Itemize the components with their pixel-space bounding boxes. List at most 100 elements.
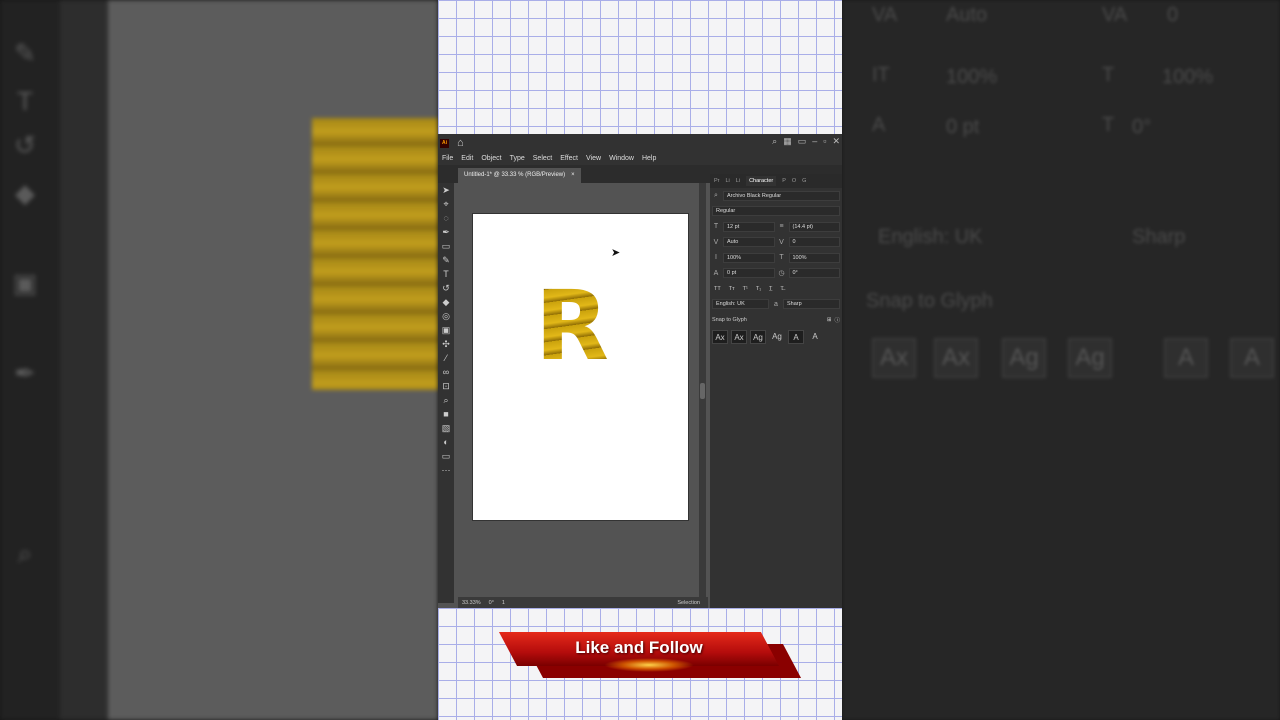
drawing-mode-icon[interactable]: ◐ [438,435,454,449]
home-icon[interactable]: ⌂ [457,137,469,149]
mesh-tool-icon[interactable]: ✣ [438,337,454,351]
bg-rotate-icon: T [1102,114,1115,136]
font-family-field[interactable]: Archivo Black Regular [723,190,840,201]
pen-tool-icon[interactable]: ✒ [438,225,454,239]
baseline-shift-field[interactable]: 0 pt [723,268,775,279]
rotate-tool-icon[interactable]: ↺ [438,281,454,295]
artboard-number[interactable]: 1 [502,600,505,606]
all-caps-icon[interactable]: TT [714,286,721,292]
bg-snap-label: Snap to Glyph [866,290,993,312]
zoom-tool-icon[interactable]: ⌕ [438,393,454,407]
search-icon[interactable]: ⌕ [772,136,777,147]
banner-text: Like and Follow [575,638,703,657]
blend-tool-icon[interactable]: ∞ [438,365,454,379]
text-object-r[interactable]: R [535,278,609,374]
more-tools-icon[interactable]: ⋯ [438,463,454,477]
bg-glyph-button-3: Ag [1002,338,1046,378]
gradient-tool-icon[interactable]: ▣ [438,323,454,337]
baseline-shift-icon: A [713,269,719,277]
snap-xheight-button[interactable]: Ax [731,329,747,344]
pencil-tool-icon[interactable]: ✎ [438,253,454,267]
leading-field[interactable]: (14.4 pt) [788,221,840,232]
tab-glyphs[interactable]: G [802,178,806,184]
vertical-scale-icon: I [715,254,717,262]
antialias-select[interactable]: Sharp [783,299,840,310]
lasso-icon[interactable]: ◌ [438,211,454,225]
maximize-icon[interactable]: ▫ [823,136,826,147]
underline-icon[interactable]: T̲ [769,286,772,292]
close-icon[interactable]: ✕ [832,136,840,147]
screen-mode-icon[interactable]: ▭ [438,449,454,463]
character-rotation-field[interactable]: 0° [788,268,840,279]
tab-opentype[interactable]: O [792,178,796,184]
character-panel: Pr Li Li Character P O G ⌕ Archivo Black… [710,174,842,608]
glyph-snap-buttons: Ax Ax Ag Ag A A [710,328,842,346]
bg-tracking-icon: VA [1102,4,1128,26]
artboard-tool-icon[interactable]: ⊡ [438,379,454,393]
tab-properties[interactable]: Pr [714,178,720,184]
workspace-icon[interactable]: ▭ [798,136,807,147]
tab-close-icon[interactable]: × [571,168,575,183]
minimize-icon[interactable]: – [812,136,817,147]
rotate-icon: ↺ [14,130,36,160]
arrange-icon[interactable]: ▦ [783,136,792,147]
snap-proximity-button[interactable]: Ag [769,330,785,344]
selection-tool-icon[interactable]: ➤ [438,183,454,197]
document-tab[interactable]: Untitled-1* @ 33.33 % (RGB/Preview) × [458,168,581,183]
subscript-icon[interactable]: T₁ [756,286,761,292]
menu-effect[interactable]: Effect [556,155,582,162]
snap-anchor-button[interactable]: A [807,330,823,344]
type-tool-icon: T [17,86,33,116]
font-style-field[interactable]: Regular [712,206,840,217]
font-size-field[interactable]: 12 pt [723,221,775,232]
background-left-blurred: ✎ T ↺ ◆ ▣ ✒ ⌕ [0,0,438,720]
tracking-field[interactable]: 0 [788,237,840,248]
superscript-icon[interactable]: T¹ [743,286,748,292]
vertical-scrollbar[interactable] [699,183,706,597]
type-tool-icon[interactable]: T [438,267,454,281]
video-frame: ✎ T ↺ ◆ ▣ ✒ ⌕ VA Auto VA 0 IT 100% T 100… [0,0,1280,720]
snap-baseline-button[interactable]: Ax [712,329,728,344]
eyedropper-icon[interactable]: ⁄ [438,351,454,365]
snap-glyph-bounds-button[interactable]: Ag [750,329,766,344]
menu-window[interactable]: Window [605,155,638,162]
app-logo: Ai [440,138,449,148]
shape-builder-icon[interactable]: ◎ [438,309,454,323]
snap-angular-button[interactable]: A [788,329,804,344]
none-swatch-icon[interactable]: ▧ [438,421,454,435]
vertical-scale-field[interactable]: 100% [723,252,775,263]
direct-selection-icon[interactable]: ⌖ [438,197,454,211]
panel-tabs: Pr Li Li Character P O G [710,174,842,188]
tab-character[interactable]: Character [746,176,777,186]
canvas-area[interactable]: R ➤ [458,183,704,597]
menu-object[interactable]: Object [477,155,505,162]
menu-edit[interactable]: Edit [457,155,477,162]
zoom-level[interactable]: 33.33% [462,600,481,606]
background-letter-fragment [312,118,438,390]
tab-layers[interactable]: Li [726,178,730,184]
center-column: Ai ⌂ ⌕ ▦ ▭ – ▫ ✕ File Edit Object Type S… [438,0,842,720]
snap-to-glyph-label: Snap to Glyph [712,316,747,323]
menu-view[interactable]: View [582,155,605,162]
tab-paragraph[interactable]: P [782,178,786,184]
eraser-tool-icon[interactable]: ◆ [438,295,454,309]
snap-options-icon[interactable]: ⊞ [827,317,832,323]
language-select[interactable]: English: UK [712,299,769,310]
fill-stroke-icon[interactable]: ■ [438,407,454,421]
info-icon[interactable]: ⓘ [834,316,840,324]
menu-help[interactable]: Help [638,155,660,162]
menu-type[interactable]: Type [506,155,529,162]
tab-libraries[interactable]: Li [736,178,740,184]
scrollbar-thumb[interactable] [700,383,705,399]
menu-select[interactable]: Select [529,155,556,162]
horizontal-scale-field[interactable]: 100% [788,252,840,263]
kerning-field[interactable]: Auto [723,237,775,248]
artboard[interactable]: R ➤ [472,213,689,521]
bg-glyph-button-6: A [1230,338,1274,378]
rectangle-tool-icon[interactable]: ▭ [438,239,454,253]
small-caps-icon[interactable]: Tт [729,286,735,292]
menu-file[interactable]: File [438,155,457,162]
like-follow-banner: Like and Follow [498,632,802,678]
rotation-value[interactable]: 0° [489,600,494,606]
strikethrough-icon[interactable]: T̶ [780,286,783,292]
